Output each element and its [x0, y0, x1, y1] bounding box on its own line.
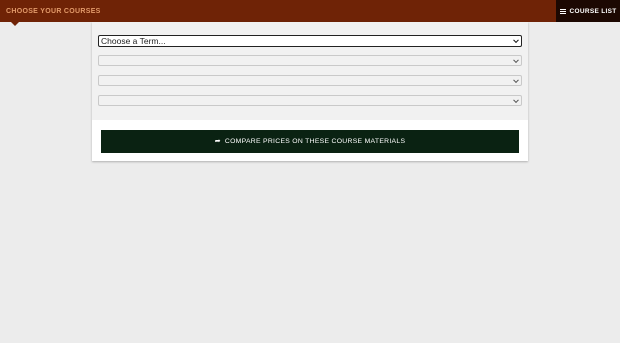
share-arrow-icon: ➦: [214, 138, 221, 145]
chevron-down-icon: [513, 96, 519, 103]
course-list-button[interactable]: COURSE LIST: [556, 0, 620, 22]
choose-courses-tab[interactable]: CHOOSE YOUR COURSES: [0, 0, 107, 22]
top-navigation-bar: CHOOSE YOUR COURSES COURSE LIST: [0, 0, 620, 22]
department-select[interactable]: [98, 55, 522, 66]
course-selection-panel: Choose a Term... ➦ COMPARE PRICES ON THE…: [92, 22, 528, 161]
chevron-down-icon: [513, 37, 519, 44]
course-list-label: COURSE LIST: [569, 7, 617, 15]
term-select[interactable]: Choose a Term...: [98, 35, 522, 47]
term-select-value: Choose a Term...: [101, 36, 166, 46]
hamburger-menu-icon: [559, 8, 566, 14]
section-select[interactable]: [98, 95, 522, 106]
chevron-down-icon: [513, 56, 519, 63]
active-tab-caret-icon: [11, 22, 19, 26]
chevron-down-icon: [513, 76, 519, 83]
select-group: Choose a Term...: [92, 22, 528, 120]
compare-prices-button[interactable]: ➦ COMPARE PRICES ON THESE COURSE MATERIA…: [101, 130, 519, 153]
compare-prices-label: COMPARE PRICES ON THESE COURSE MATERIALS: [224, 138, 406, 145]
course-select[interactable]: [98, 75, 522, 86]
